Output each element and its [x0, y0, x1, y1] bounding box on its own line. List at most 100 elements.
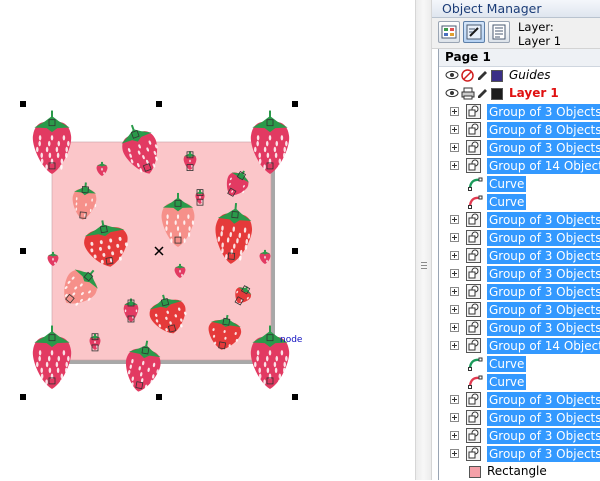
strawberry-seed[interactable]	[183, 220, 186, 225]
expand-icon[interactable]	[450, 233, 459, 242]
strawberry-seed[interactable]	[278, 379, 281, 385]
strawberry-seed[interactable]	[40, 152, 43, 159]
selection-handle[interactable]	[20, 394, 26, 400]
strawberry-seed[interactable]	[166, 214, 169, 219]
strawberry-seed[interactable]	[57, 355, 61, 362]
strawberry-seed[interactable]	[265, 140, 269, 147]
strawberry-seed[interactable]	[65, 361, 68, 368]
tree-row-curve[interactable]: Curve	[439, 175, 600, 193]
strawberry-seed[interactable]	[52, 257, 54, 261]
strawberry-seed[interactable]	[45, 361, 49, 368]
selection-handle[interactable]	[292, 248, 298, 254]
tree-page-row[interactable]: Page 1	[439, 49, 600, 67]
strawberry-seed[interactable]	[258, 373, 262, 379]
strawberry-seed[interactable]	[56, 367, 60, 374]
tree-row-curve[interactable]: Curve	[439, 373, 600, 391]
strawberry-seed[interactable]	[280, 135, 284, 141]
layer-manager-view-button[interactable]	[488, 21, 510, 43]
show-properties-button[interactable]	[438, 21, 460, 43]
strawberry-seed[interactable]	[54, 261, 56, 265]
strawberry-stem[interactable]	[52, 251, 54, 254]
strawberry-seed[interactable]	[256, 350, 260, 356]
strawberry-seed[interactable]	[268, 135, 272, 141]
strawberry-seed[interactable]	[60, 373, 64, 379]
strawberry-seed[interactable]	[263, 146, 267, 153]
strawberry-seed[interactable]	[47, 355, 51, 362]
strawberry-seed[interactable]	[67, 355, 70, 362]
drawing-canvas[interactable]: node	[0, 0, 415, 480]
strawberry-seed[interactable]	[65, 152, 68, 159]
expand-icon[interactable]	[450, 287, 459, 296]
strawberry-seed[interactable]	[38, 140, 41, 147]
tree-row-group[interactable]: Group of 3 Objects	[439, 409, 600, 427]
strawberry-seed[interactable]	[189, 159, 191, 163]
expand-icon[interactable]	[450, 305, 459, 314]
strawberry-stem[interactable]	[177, 192, 179, 200]
strawberry-seed[interactable]	[45, 379, 48, 385]
strawberry-seed[interactable]	[258, 152, 261, 159]
strawberry-seed[interactable]	[67, 140, 70, 147]
strawberry-seed[interactable]	[47, 140, 51, 147]
strawberry-seed[interactable]	[278, 158, 282, 164]
eye-icon[interactable]	[445, 69, 459, 81]
strawberry-seed[interactable]	[256, 135, 260, 141]
strawberry-seed[interactable]	[55, 146, 59, 153]
strawberry-seed[interactable]	[62, 350, 66, 356]
node-hint-label[interactable]: node	[280, 335, 303, 345]
expand-icon[interactable]	[450, 431, 459, 440]
strawberry-seed[interactable]	[45, 146, 49, 153]
strawberry-seed[interactable]	[273, 361, 277, 368]
strawberry-seed[interactable]	[278, 373, 282, 379]
expand-icon[interactable]	[450, 215, 459, 224]
strawberry-seed[interactable]	[65, 367, 68, 374]
strawberry-seed[interactable]	[264, 255, 266, 259]
strawberry-seed[interactable]	[170, 238, 173, 243]
vertical-scrollbar[interactable]	[415, 0, 432, 480]
strawberry-stem[interactable]	[179, 263, 181, 266]
expand-icon[interactable]	[450, 107, 459, 116]
strawberry-seed[interactable]	[256, 355, 259, 362]
strawberry-seed[interactable]	[283, 367, 286, 374]
strawberry-seed[interactable]	[178, 232, 182, 237]
strawberry-seed[interactable]	[278, 164, 281, 170]
strawberry-stem[interactable]	[51, 325, 53, 334]
strawberry-stem[interactable]	[101, 161, 103, 164]
tree-row-group[interactable]: Group of 3 Objects	[439, 265, 600, 283]
strawberry-seed[interactable]	[275, 355, 279, 362]
strawberry-seed[interactable]	[263, 164, 266, 170]
expand-icon[interactable]	[450, 125, 459, 134]
edit-pencil-icon[interactable]	[476, 87, 489, 100]
tree-row-group[interactable]: Group of 8 Objects	[439, 121, 600, 139]
strawberry-stem[interactable]	[199, 189, 201, 192]
strawberry-seed[interactable]	[183, 238, 186, 243]
strawberry-seed[interactable]	[254, 361, 257, 368]
strawberry-seed[interactable]	[56, 152, 60, 159]
strawberry-seed[interactable]	[187, 232, 191, 237]
strawberry-seed[interactable]	[191, 220, 195, 225]
strawberry-seed[interactable]	[50, 350, 54, 356]
selection-handle[interactable]	[20, 248, 26, 254]
strawberry-seed[interactable]	[285, 140, 288, 147]
strawberry-seed[interactable]	[45, 164, 48, 170]
strawberry-seed[interactable]	[268, 350, 272, 356]
tree-row-group[interactable]: Group of 3 Objects	[439, 211, 600, 229]
expand-icon[interactable]	[450, 161, 459, 170]
strawberry-seed[interactable]	[266, 259, 268, 263]
expand-icon[interactable]	[450, 341, 459, 350]
strawberry-seed[interactable]	[40, 367, 43, 374]
tree-row-group[interactable]: Group of 3 Objects	[439, 427, 600, 445]
strawberry-seed[interactable]	[256, 140, 259, 147]
tree-row-group[interactable]: Group of 3 Objects	[439, 103, 600, 121]
strawberry-seed[interactable]	[38, 135, 42, 141]
selection-handle[interactable]	[156, 101, 162, 107]
strawberry-group[interactable]	[195, 189, 205, 206]
selection-handle[interactable]	[292, 394, 298, 400]
print-disabled-icon[interactable]	[461, 69, 474, 82]
strawberry-seed[interactable]	[187, 214, 190, 219]
strawberry-stem[interactable]	[51, 110, 53, 119]
expand-icon[interactable]	[450, 413, 459, 422]
strawberry-seed[interactable]	[176, 226, 180, 231]
strawberry-seed[interactable]	[274, 152, 278, 159]
tree-row-group[interactable]: Group of 3 Objects	[439, 283, 600, 301]
strawberry-seed[interactable]	[263, 361, 267, 368]
